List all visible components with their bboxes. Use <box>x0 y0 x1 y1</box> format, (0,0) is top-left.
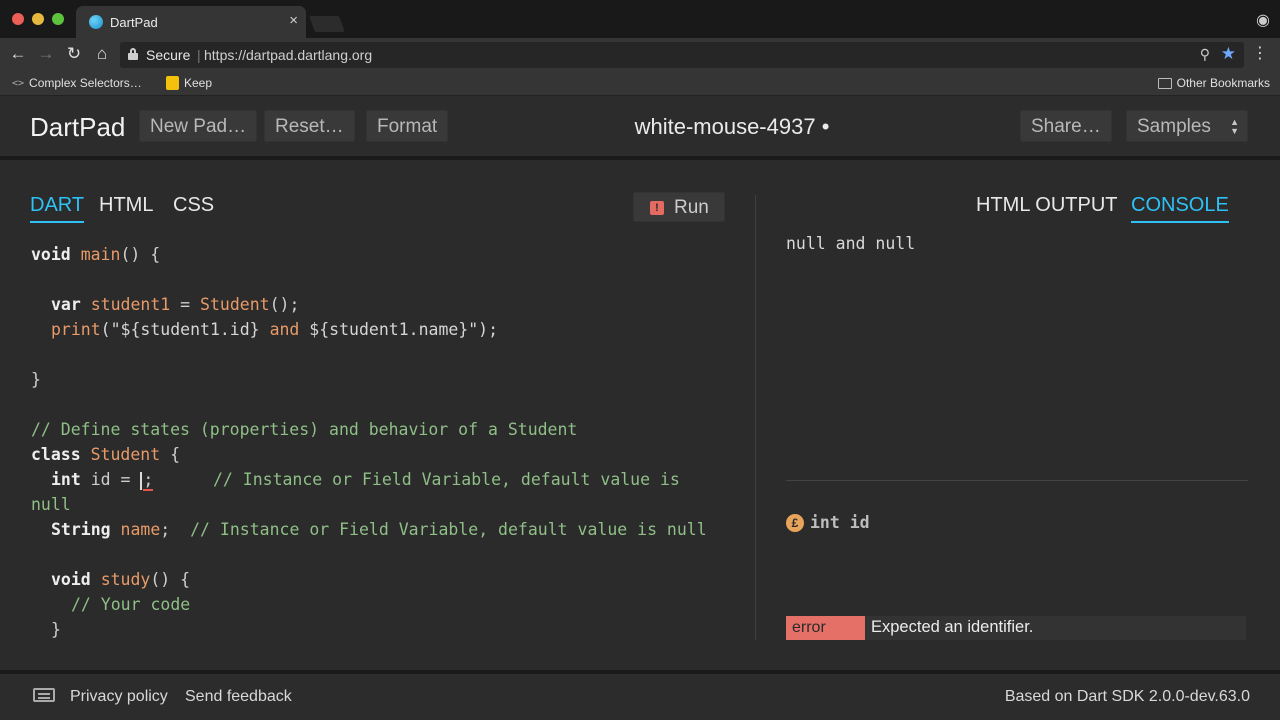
bookmark-star-icon[interactable]: ★ <box>1221 44 1236 64</box>
home-icon[interactable]: ⌂ <box>92 44 112 64</box>
share-button[interactable]: Share… <box>1020 110 1112 142</box>
privacy-policy-link[interactable]: Privacy policy <box>70 688 168 706</box>
code-line-4: print("${student1.id} and ${student1.nam… <box>51 320 499 339</box>
bookmark-label: Complex Selectors… <box>29 76 142 90</box>
browser-toolbar: ← → ↻ ⌂ Secure | https://dartpad.dartlan… <box>0 38 1280 72</box>
code-line-12: String name; // Instance or Field Variab… <box>51 520 707 539</box>
address-separator: | <box>197 47 201 63</box>
code-line-3: var student1 = Student(); <box>51 295 300 314</box>
code-line-10: int id = ; // Instance or Field Variable… <box>51 470 680 491</box>
tab-console[interactable]: CONSOLE <box>1131 194 1229 223</box>
error-squiggle: ; <box>143 470 154 491</box>
tab-html-output[interactable]: HTML OUTPUT <box>976 194 1117 221</box>
error-indicator-icon: ! <box>650 201 664 215</box>
code-line-11: null <box>31 495 71 514</box>
editor-pane: DART HTML CSS ! Run void main() { var st… <box>0 160 755 670</box>
sdk-version: Based on Dart SDK 2.0.0-dev.63.0 <box>1004 688 1250 705</box>
code-line-1: void main() { <box>31 245 161 264</box>
keyboard-icon[interactable] <box>33 688 55 702</box>
minimize-window-button[interactable] <box>32 13 44 25</box>
code-line-15: // Your code <box>71 595 191 614</box>
url-text[interactable]: https://dartpad.dartlang.org <box>204 47 372 63</box>
send-feedback-link[interactable]: Send feedback <box>185 688 292 706</box>
samples-dropdown[interactable]: Samples ▲ ▼ <box>1126 110 1248 142</box>
select-arrows-icon: ▲ ▼ <box>1230 117 1239 136</box>
error-badge: error <box>786 616 865 640</box>
code-icon: <> <box>12 77 25 89</box>
new-tab-button[interactable] <box>309 16 345 32</box>
back-arrow-icon[interactable]: ← <box>8 44 28 64</box>
field-icon: £ <box>786 513 804 532</box>
run-button[interactable]: ! Run <box>633 192 725 222</box>
bookmark-complex-selectors[interactable]: <> Complex Selectors… <box>12 76 142 90</box>
dartpad-header: DartPad New Pad… Reset… Format white-mou… <box>0 96 1280 158</box>
browser-menu-icon[interactable]: ⋮ <box>1252 44 1268 64</box>
pane-splitter[interactable] <box>755 195 756 640</box>
issue-row[interactable]: error Expected an identifier. <box>786 616 1246 640</box>
tab-title: DartPad <box>110 15 158 30</box>
bookmark-label: Keep <box>184 76 213 90</box>
forward-arrow-icon[interactable]: → <box>36 44 56 64</box>
folder-icon <box>1157 77 1172 89</box>
zoom-icon[interactable]: ⚲ <box>1200 46 1210 63</box>
other-bookmarks[interactable]: Other Bookmarks <box>1157 76 1270 90</box>
issue-message: Expected an identifier. <box>871 618 1034 636</box>
browser-tab-dartpad[interactable]: DartPad × <box>76 6 306 38</box>
code-line-14: void study() { <box>51 570 191 589</box>
doc-divider <box>786 480 1248 481</box>
console-output: null and null <box>786 234 916 253</box>
browser-tab-strip: DartPad × ◉ <box>0 0 1280 38</box>
bookmarks-bar: <> Complex Selectors… Keep Other Bookmar… <box>0 72 1280 96</box>
code-line-9: class Student { <box>31 445 181 464</box>
incognito-icon: ◉ <box>1256 12 1270 29</box>
code-line-16: } <box>51 620 61 639</box>
other-bookmarks-label: Other Bookmarks <box>1176 76 1270 90</box>
close-window-button[interactable] <box>12 13 24 25</box>
code-line-6: } <box>31 370 41 389</box>
code-line-8: // Define states (properties) and behavi… <box>31 420 578 439</box>
keep-icon <box>166 76 179 90</box>
samples-label: Samples <box>1137 116 1211 137</box>
tab-css[interactable]: CSS <box>173 194 214 221</box>
dart-favicon-icon <box>89 15 103 29</box>
footer: Privacy policy Send feedback Based on Da… <box>0 674 1280 720</box>
maximize-window-button[interactable] <box>52 13 64 25</box>
lock-icon <box>128 48 138 60</box>
tab-html[interactable]: HTML <box>99 194 153 221</box>
run-label: Run <box>674 197 709 218</box>
doc-signature: int id <box>810 513 870 532</box>
address-bar[interactable]: Secure | https://dartpad.dartlang.org ⚲ … <box>120 42 1244 68</box>
reload-icon[interactable]: ↻ <box>64 44 84 64</box>
bookmark-keep[interactable]: Keep <box>166 76 212 90</box>
tab-dart[interactable]: DART <box>30 194 85 223</box>
documentation-panel: £ int id <box>786 513 870 532</box>
tab-close-icon[interactable]: × <box>289 12 298 29</box>
secure-label: Secure <box>146 47 191 63</box>
